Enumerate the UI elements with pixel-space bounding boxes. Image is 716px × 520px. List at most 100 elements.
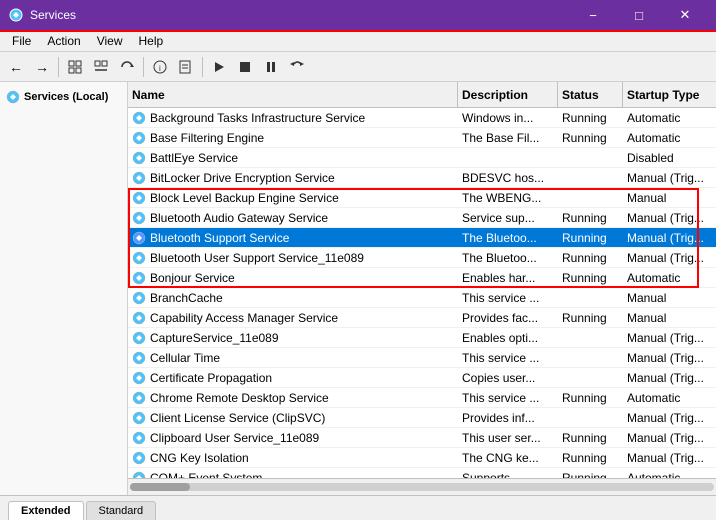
service-icon [132, 451, 146, 465]
service-startup-cell: Disabled [623, 148, 716, 167]
table-row[interactable]: Certificate Propagation Copies user... M… [128, 368, 716, 388]
service-icon [132, 191, 146, 205]
back-button[interactable]: ← [4, 55, 28, 79]
menu-file[interactable]: File [4, 32, 39, 50]
table-row[interactable]: Client License Service (ClipSVC) Provide… [128, 408, 716, 428]
service-name-cell: Chrome Remote Desktop Service [128, 388, 458, 407]
table-row[interactable]: COM+ Event System Supports... Running Au… [128, 468, 716, 478]
table-row[interactable]: BattlEye Service Disabled [128, 148, 716, 168]
service-status-cell: Running [558, 208, 623, 227]
service-status-cell [558, 368, 623, 387]
table-row[interactable]: Capability Access Manager Service Provid… [128, 308, 716, 328]
menu-help[interactable]: Help [131, 32, 172, 50]
menu-action[interactable]: Action [39, 32, 88, 50]
toolbar-separator-3 [202, 57, 203, 77]
service-status-cell: Running [558, 308, 623, 327]
tab-extended[interactable]: Extended [8, 501, 84, 520]
restart-button[interactable] [285, 55, 309, 79]
service-icon [132, 411, 146, 425]
table-row[interactable]: Bluetooth Audio Gateway Service Service … [128, 208, 716, 228]
restart-icon [290, 61, 304, 73]
service-status-cell: Running [558, 468, 623, 478]
export-icon [179, 60, 193, 74]
service-name-cell: CNG Key Isolation [128, 448, 458, 467]
table-row[interactable]: Base Filtering Engine The Base Fil... Ru… [128, 128, 716, 148]
table-body[interactable]: Background Tasks Infrastructure Service … [128, 108, 716, 478]
service-name-cell: Bluetooth Support Service [128, 228, 458, 247]
service-startup-cell: Manual (Trig... [623, 428, 716, 447]
show-hide-button[interactable] [63, 55, 87, 79]
service-icon [132, 291, 146, 305]
export-button[interactable] [174, 55, 198, 79]
service-status-cell: Running [558, 248, 623, 267]
service-startup-cell: Manual (Trig... [623, 328, 716, 347]
table-row[interactable]: Bluetooth Support Service The Bluetoo...… [128, 228, 716, 248]
service-name: Block Level Backup Engine Service [150, 191, 339, 205]
horizontal-scrollbar[interactable] [128, 478, 716, 495]
table-row[interactable]: Cellular Time This service ... Manual (T… [128, 348, 716, 368]
service-desc-cell: The Bluetoo... [458, 248, 558, 267]
maximize-button[interactable]: □ [616, 0, 662, 30]
service-desc-cell: Enables opti... [458, 328, 558, 347]
col-header-startup[interactable]: Startup Type [623, 82, 716, 107]
table-row[interactable]: Clipboard User Service_11e089 This user … [128, 428, 716, 448]
stop-button[interactable] [233, 55, 257, 79]
close-button[interactable]: ✕ [662, 0, 708, 30]
start-button[interactable] [207, 55, 231, 79]
service-name-cell: Bonjour Service [128, 268, 458, 287]
service-startup-cell: Automatic [623, 128, 716, 147]
svg-text:i: i [159, 64, 161, 73]
service-name-cell: Capability Access Manager Service [128, 308, 458, 327]
col-header-status[interactable]: Status [558, 82, 623, 107]
pause-icon [265, 61, 277, 73]
col-header-name[interactable]: Name [128, 82, 458, 107]
tab-standard[interactable]: Standard [86, 501, 157, 520]
minus-grid-icon [94, 60, 108, 74]
table-row[interactable]: Block Level Backup Engine Service The WB… [128, 188, 716, 208]
title-bar: Services − □ ✕ [0, 0, 716, 30]
table-row[interactable]: BitLocker Drive Encryption Service BDESV… [128, 168, 716, 188]
table-row[interactable]: BranchCache This service ... Manual [128, 288, 716, 308]
table-row[interactable]: CNG Key Isolation The CNG ke... Running … [128, 448, 716, 468]
service-name-cell: CaptureService_11e089 [128, 328, 458, 347]
properties-button[interactable]: i [148, 55, 172, 79]
pause-button[interactable] [259, 55, 283, 79]
main-content: Services (Local) Name Description Status… [0, 82, 716, 495]
service-name-cell: Cellular Time [128, 348, 458, 367]
services-local-icon [6, 90, 20, 104]
service-desc-cell: Copies user... [458, 368, 558, 387]
service-desc-cell: Supports... [458, 468, 558, 478]
service-startup-cell: Manual (Trig... [623, 448, 716, 467]
service-startup-cell: Automatic [623, 268, 716, 287]
col-header-description[interactable]: Description [458, 82, 558, 107]
service-name-cell: BitLocker Drive Encryption Service [128, 168, 458, 187]
service-status-cell [558, 148, 623, 167]
service-name: Chrome Remote Desktop Service [150, 391, 329, 405]
rows-wrapper: Background Tasks Infrastructure Service … [128, 108, 716, 478]
service-status-cell [558, 348, 623, 367]
table-row[interactable]: Chrome Remote Desktop Service This servi… [128, 388, 716, 408]
service-icon [132, 471, 146, 479]
toolbar-separator-2 [143, 57, 144, 77]
menu-bar: File Action View Help [0, 30, 716, 52]
minimize-button[interactable]: − [570, 0, 616, 30]
forward-button[interactable]: → [30, 55, 54, 79]
service-status-cell: Running [558, 428, 623, 447]
table-row[interactable]: CaptureService_11e089 Enables opti... Ma… [128, 328, 716, 348]
collapse-button[interactable] [89, 55, 113, 79]
table-row[interactable]: Bonjour Service Enables har... Running A… [128, 268, 716, 288]
service-status-cell: Running [558, 128, 623, 147]
service-startup-cell: Manual [623, 308, 716, 327]
table-row[interactable]: Bluetooth User Support Service_11e089 Th… [128, 248, 716, 268]
service-name: Background Tasks Infrastructure Service [150, 111, 365, 125]
service-desc-cell: Windows in... [458, 108, 558, 127]
menu-view[interactable]: View [89, 32, 131, 50]
refresh-button[interactable] [115, 55, 139, 79]
toolbar-separator-1 [58, 57, 59, 77]
service-icon [132, 211, 146, 225]
table-row[interactable]: Background Tasks Infrastructure Service … [128, 108, 716, 128]
bottom-tabs: Extended Standard [0, 495, 716, 520]
service-name-cell: Certificate Propagation [128, 368, 458, 387]
service-startup-cell: Manual (Trig... [623, 168, 716, 187]
service-icon [132, 251, 146, 265]
